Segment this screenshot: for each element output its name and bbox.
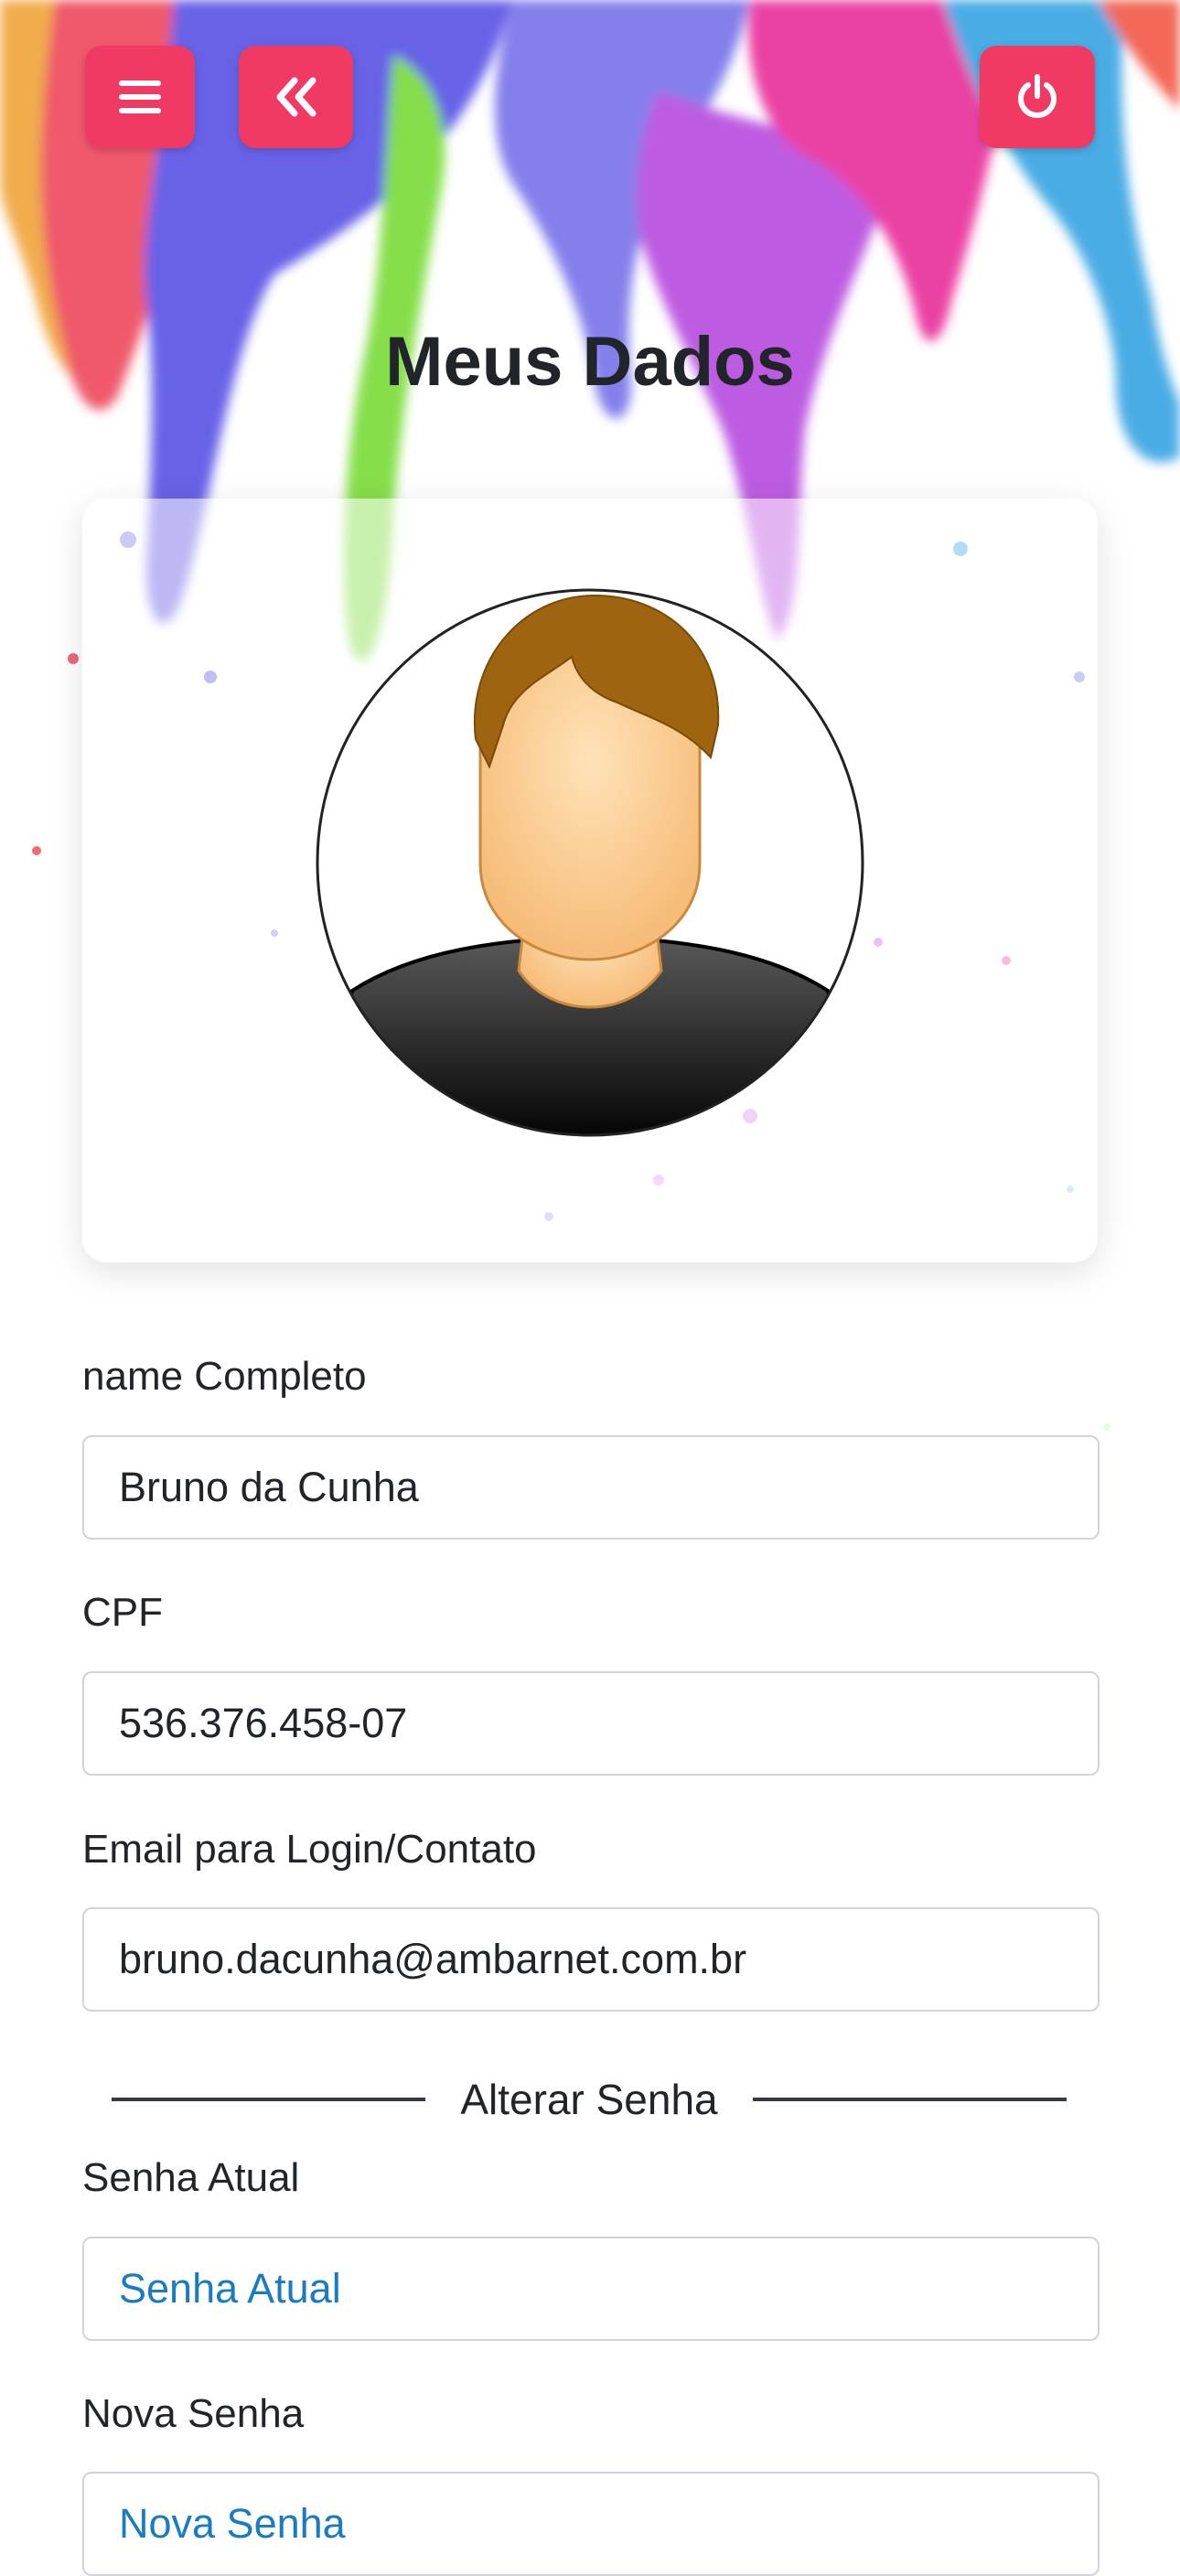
- divider-line-right: [752, 2098, 1067, 2101]
- full-name-label: name Completo: [82, 1354, 367, 1399]
- full-name-field-wrapper: [82, 1435, 1100, 1540]
- menu-button[interactable]: [85, 46, 195, 148]
- current-password-field-wrapper: [82, 2237, 1100, 2341]
- password-section-title: Alterar Senha: [460, 2076, 718, 2123]
- back-button[interactable]: [239, 46, 353, 148]
- email-field-wrapper: [82, 1907, 1100, 2012]
- avatar[interactable]: [316, 588, 864, 1137]
- new-password-label: Nova Senha: [82, 2391, 305, 2436]
- hamburger-icon: [119, 80, 161, 113]
- email-label: Email para Login/Contato: [82, 1827, 537, 1872]
- full-name-input[interactable]: [84, 1437, 1098, 1538]
- cpf-field-wrapper: [82, 1671, 1100, 1776]
- email-input[interactable]: [84, 1909, 1098, 2010]
- current-password-label: Senha Atual: [82, 2155, 300, 2200]
- page-title: Meus Dados: [385, 323, 795, 401]
- cpf-label: CPF: [82, 1590, 163, 1635]
- top-bar: [0, 0, 1180, 192]
- logout-button[interactable]: [980, 46, 1095, 148]
- current-password-input[interactable]: [84, 2238, 1098, 2339]
- double-chevron-left-icon: [276, 77, 316, 117]
- new-password-field-wrapper: [82, 2472, 1100, 2576]
- power-icon: [1018, 74, 1057, 118]
- cpf-input[interactable]: [84, 1673, 1098, 1774]
- new-password-input[interactable]: [84, 2474, 1098, 2574]
- password-section-divider: Alterar Senha: [112, 2058, 1067, 2141]
- divider-line-left: [112, 2098, 426, 2101]
